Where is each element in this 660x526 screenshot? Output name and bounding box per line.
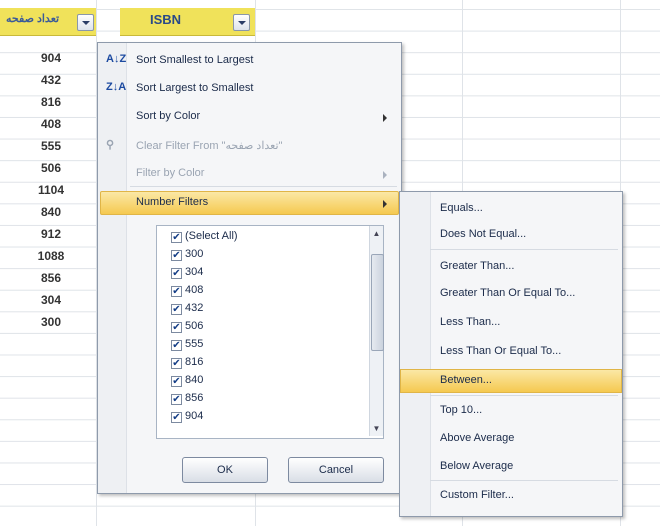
column-header-label: ISBN xyxy=(150,12,182,27)
submenu-item-below-average[interactable]: Below Average xyxy=(440,460,513,472)
list-item-label: 304 xyxy=(185,266,204,278)
list-item-label: (Select All) xyxy=(185,230,238,242)
list-item[interactable]: ✔ 816 xyxy=(171,356,203,369)
list-item[interactable]: ✔ 840 xyxy=(171,374,203,387)
list-item-label: 408 xyxy=(185,284,204,296)
list-item-label: 300 xyxy=(185,248,204,260)
submenu-item-custom-filter[interactable]: Custom Filter... xyxy=(440,489,514,501)
column-header-pages: تعداد صفحه xyxy=(0,8,96,36)
list-item[interactable]: ✔ 304 xyxy=(171,266,203,279)
menu-item-sort-descending[interactable]: Sort Largest to Smallest xyxy=(136,82,253,94)
checkbox[interactable]: ✔ xyxy=(171,304,182,315)
submenu-arrow-icon xyxy=(383,114,387,122)
checkbox[interactable]: ✔ xyxy=(171,268,182,279)
checkbox[interactable]: ✔ xyxy=(171,376,182,387)
checkbox[interactable]: ✔ xyxy=(171,250,182,261)
list-item-label: 856 xyxy=(185,392,204,404)
ok-button[interactable]: OK xyxy=(182,457,268,483)
cell-value[interactable]: 408 xyxy=(28,117,74,131)
checkbox[interactable]: ✔ xyxy=(171,358,182,369)
menu-item-number-filters[interactable]: Number Filters xyxy=(136,196,208,208)
filter-value-list: ✔ (Select All) ✔ 300 ✔ 304 ✔ 408 ✔ 432 ✔ 506 ✔… xyxy=(156,225,384,439)
list-item-label: 904 xyxy=(185,410,204,422)
list-item[interactable]: ✔ (Select All) xyxy=(171,230,238,243)
scroll-up-icon[interactable]: ▲ xyxy=(371,228,382,239)
list-item[interactable]: ✔ 856 xyxy=(171,392,203,405)
menu-separator xyxy=(430,249,618,250)
submenu-item-above-average[interactable]: Above Average xyxy=(440,432,514,444)
cell-value[interactable]: 555 xyxy=(28,139,74,153)
submenu-arrow-icon xyxy=(383,171,387,179)
filter-dropdown-button[interactable] xyxy=(77,14,94,31)
cancel-button[interactable]: Cancel xyxy=(288,457,384,483)
column-header-label: تعداد صفحه xyxy=(6,13,60,25)
cell-value[interactable]: 816 xyxy=(28,95,74,109)
submenu-item-less-than-or-equal[interactable]: Less Than Or Equal To... xyxy=(440,345,561,357)
cell-value[interactable]: 300 xyxy=(28,315,74,329)
autofilter-menu: A↓Z Sort Smallest to Largest Z↓A Sort La… xyxy=(97,42,402,494)
list-scrollbar[interactable]: ▲ ▼ xyxy=(369,226,384,436)
list-item[interactable]: ✔ 904 xyxy=(171,410,203,423)
menu-icon-gutter xyxy=(98,43,127,493)
menu-icon-gutter xyxy=(400,192,431,516)
submenu-item-equals[interactable]: Equals... xyxy=(440,202,483,214)
menu-item-sort-ascending[interactable]: Sort Smallest to Largest xyxy=(136,54,253,66)
submenu-item-top-10[interactable]: Top 10... xyxy=(440,404,482,416)
checkbox[interactable]: ✔ xyxy=(171,340,182,351)
list-item[interactable]: ✔ 300 xyxy=(171,248,203,261)
submenu-item-between[interactable]: Between... xyxy=(440,374,492,386)
submenu-item-less-than[interactable]: Less Than... xyxy=(440,316,500,328)
menu-separator xyxy=(130,186,397,187)
list-item[interactable]: ✔ 432 xyxy=(171,302,203,315)
checkbox[interactable]: ✔ xyxy=(171,412,182,423)
menu-separator xyxy=(430,395,618,396)
cell-value[interactable]: 904 xyxy=(28,51,74,65)
menu-item-clear-filter[interactable]: Clear Filter From "تعداد صفحه" xyxy=(136,139,282,152)
menu-item-sort-by-color[interactable]: Sort by Color xyxy=(136,110,200,122)
submenu-arrow-icon xyxy=(383,200,387,208)
scrollbar-thumb[interactable] xyxy=(371,254,384,351)
list-item-label: 506 xyxy=(185,320,204,332)
clear-filter-icon: ⚲ xyxy=(106,139,115,151)
cell-value[interactable]: 856 xyxy=(28,271,74,285)
column-header-isbn: ISBN xyxy=(120,8,255,36)
cell-value[interactable]: 912 xyxy=(28,227,74,241)
list-item-label: 840 xyxy=(185,374,204,386)
number-filters-submenu: Equals... Does Not Equal... Greater Than… xyxy=(399,191,623,517)
list-item[interactable]: ✔ 555 xyxy=(171,338,203,351)
list-item-label: 555 xyxy=(185,338,204,350)
sort-ascending-icon: A↓Z xyxy=(106,53,127,65)
submenu-item-greater-than[interactable]: Greater Than... xyxy=(440,260,514,272)
cell-value[interactable]: 840 xyxy=(28,205,74,219)
cell-value[interactable]: 304 xyxy=(28,293,74,307)
list-item-label: 432 xyxy=(185,302,204,314)
menu-separator xyxy=(430,480,618,481)
submenu-item-greater-than-or-equal[interactable]: Greater Than Or Equal To... xyxy=(440,287,575,299)
filter-dropdown-button[interactable] xyxy=(233,14,250,31)
checkbox[interactable]: ✔ xyxy=(171,286,182,297)
cell-value[interactable]: 506 xyxy=(28,161,74,175)
checkbox[interactable]: ✔ xyxy=(171,232,182,243)
checkbox[interactable]: ✔ xyxy=(171,394,182,405)
scroll-down-icon[interactable]: ▼ xyxy=(371,423,382,434)
sort-descending-icon: Z↓A xyxy=(106,81,127,93)
checkbox[interactable]: ✔ xyxy=(171,322,182,333)
menu-highlight xyxy=(400,369,622,393)
cell-value[interactable]: 432 xyxy=(28,73,74,87)
cell-value[interactable]: 1104 xyxy=(28,183,74,197)
list-item-label: 816 xyxy=(185,356,204,368)
submenu-item-does-not-equal[interactable]: Does Not Equal... xyxy=(440,228,526,240)
list-item[interactable]: ✔ 408 xyxy=(171,284,203,297)
list-item[interactable]: ✔ 506 xyxy=(171,320,203,333)
cell-value[interactable]: 1088 xyxy=(28,249,74,263)
menu-item-filter-by-color[interactable]: Filter by Color xyxy=(136,167,204,179)
